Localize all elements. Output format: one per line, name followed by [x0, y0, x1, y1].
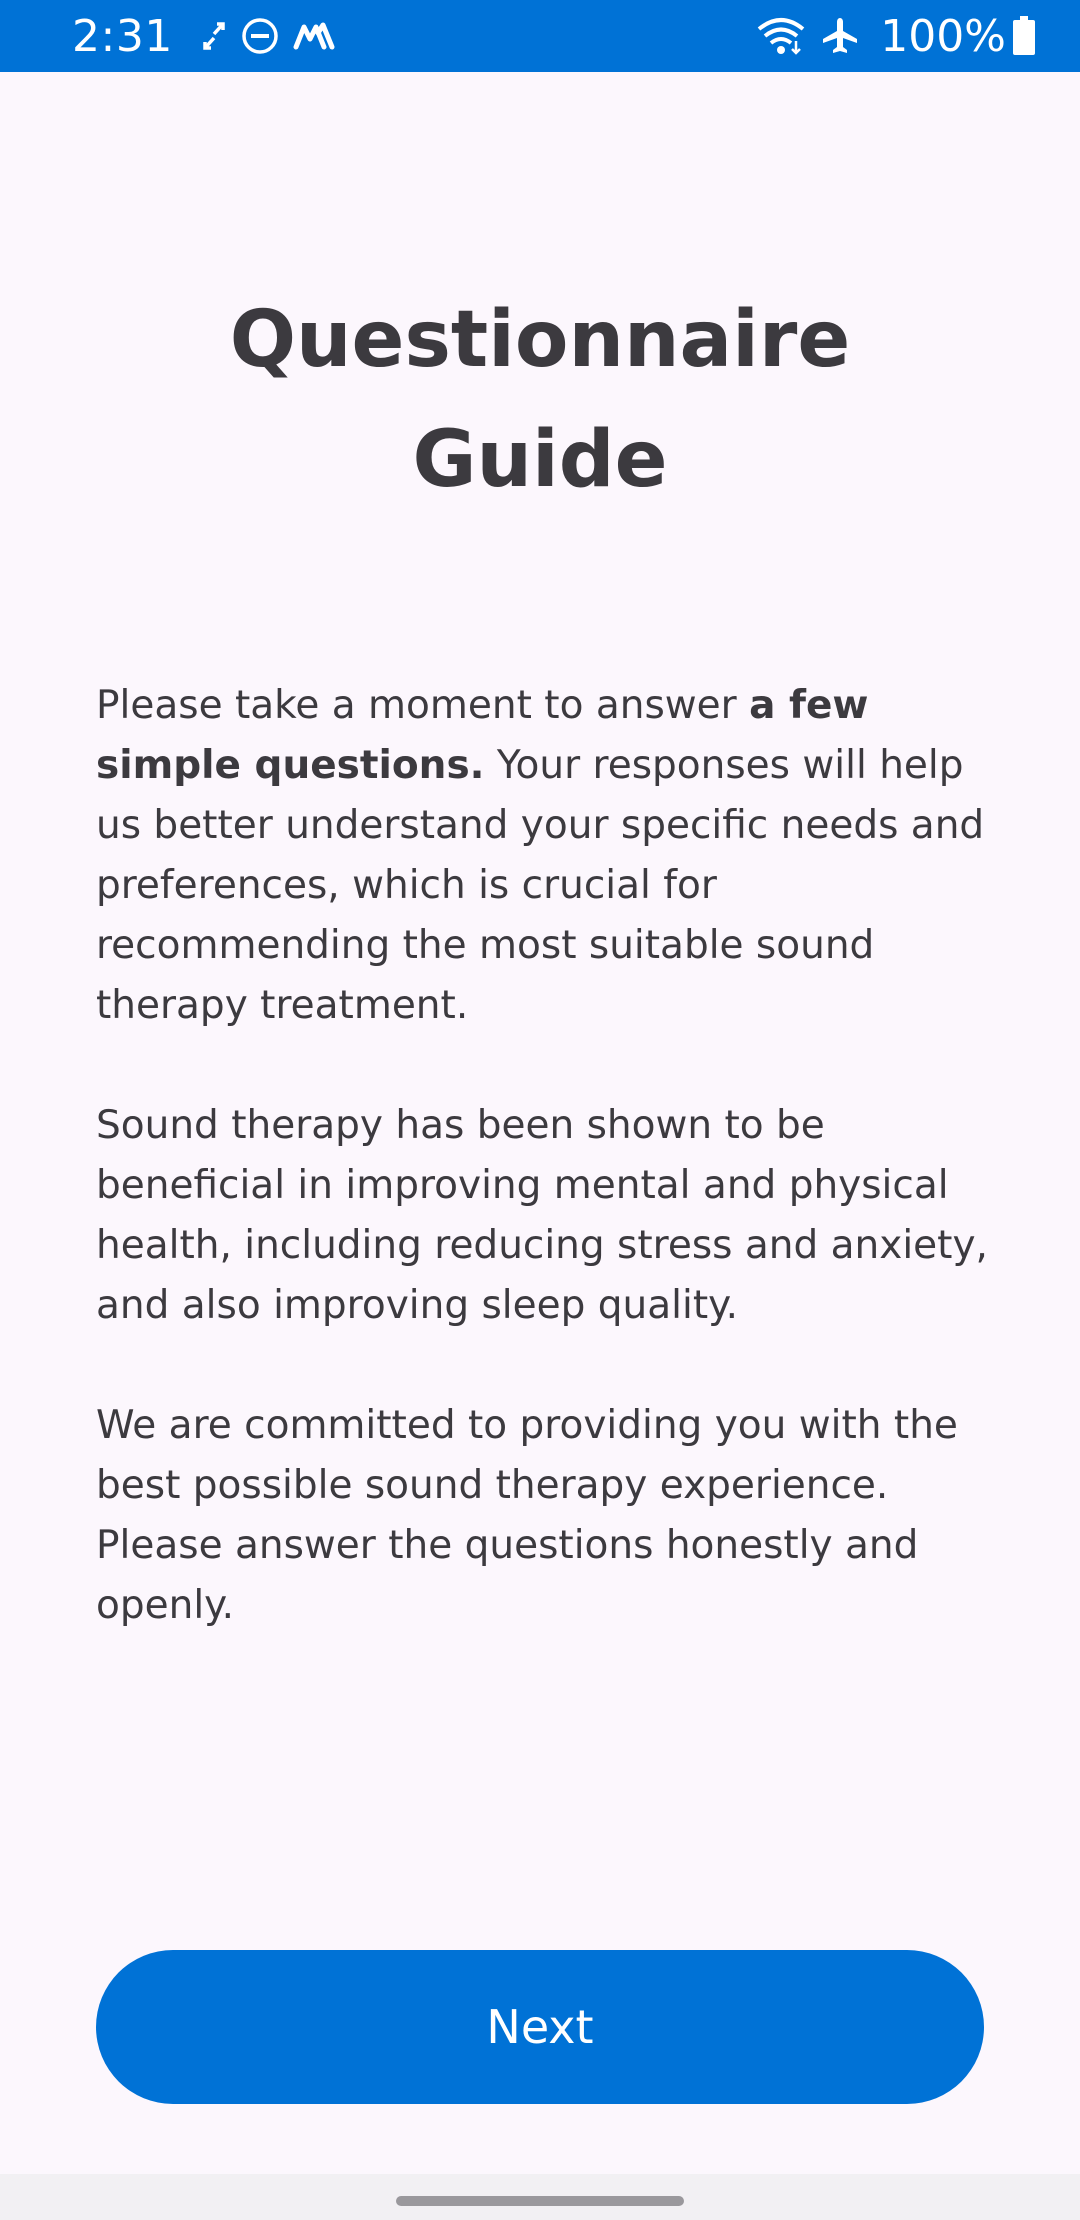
status-left: 2:31	[72, 11, 349, 62]
sync-icon	[201, 21, 227, 51]
next-button[interactable]: Next	[96, 1950, 984, 2104]
home-gesture-handle[interactable]	[396, 2196, 684, 2206]
airplane-mode-icon	[820, 16, 860, 56]
status-bar: 2:31 100%	[0, 0, 1080, 72]
battery-icon	[1012, 16, 1036, 56]
status-right: 100%	[756, 11, 1050, 62]
page-title-line-2: Guide	[412, 415, 668, 505]
page-title-line-1: Questionnaire	[229, 295, 851, 385]
page-title: Questionnaire Guide	[0, 280, 1080, 520]
status-time: 2:31	[72, 10, 173, 62]
wifi-icon	[756, 17, 806, 55]
intro-paragraph-1-lead: Please take a moment to answer	[96, 683, 750, 728]
intro-paragraph-2: Sound therapy has been shown to be benef…	[96, 1103, 988, 1328]
intro-paragraph-3: We are committed to providing you with t…	[96, 1403, 958, 1628]
intro-paragraph-1: Please take a moment to answer a few sim…	[96, 676, 996, 1036]
battery-percent: 100%	[880, 10, 1006, 62]
navigation-bar	[0, 2174, 1080, 2220]
app-notification-icon	[293, 21, 335, 51]
do-not-disturb-icon	[241, 17, 279, 55]
intro-content: Please take a moment to answer a few sim…	[96, 676, 996, 1696]
